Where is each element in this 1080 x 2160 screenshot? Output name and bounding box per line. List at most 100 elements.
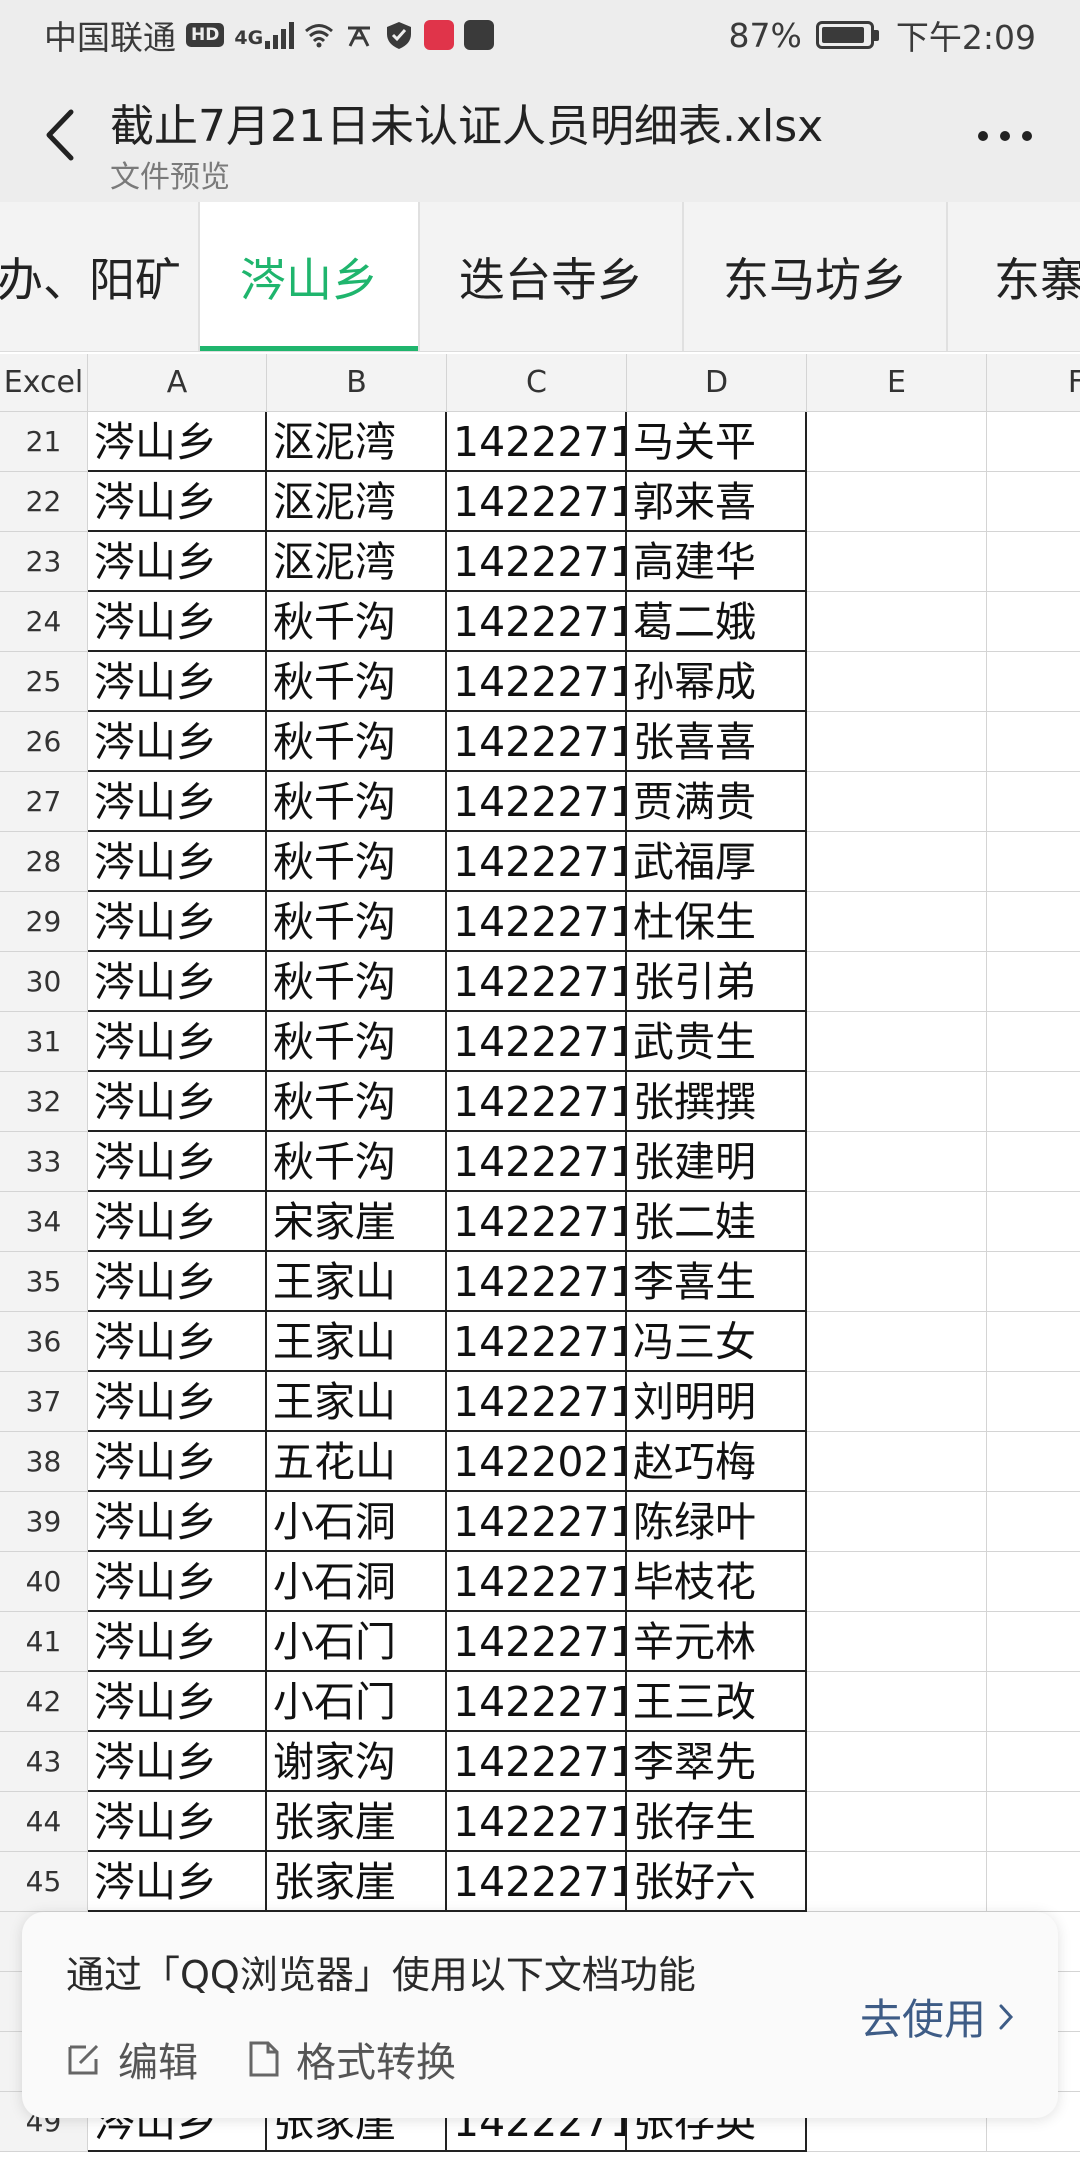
cell-a[interactable]: 涔山乡 — [88, 1132, 267, 1192]
cell-a[interactable]: 涔山乡 — [88, 1852, 267, 1912]
cell-b[interactable]: 小石门 — [267, 1612, 447, 1672]
cell-d[interactable]: 张建明 — [627, 1132, 807, 1192]
cell-f[interactable] — [987, 1672, 1080, 1732]
cell-d[interactable]: 辛元林 — [627, 1612, 807, 1672]
cell-b[interactable]: 秋千沟 — [267, 652, 447, 712]
cell-b[interactable]: 小石洞 — [267, 1492, 447, 1552]
cell-b[interactable]: 张家崖 — [267, 1792, 447, 1852]
cell-d[interactable]: 高建华 — [627, 532, 807, 592]
cell-b[interactable]: 沤泥湾 — [267, 472, 447, 532]
cell-a[interactable]: 涔山乡 — [88, 1552, 267, 1612]
column-header-e[interactable]: E — [807, 354, 987, 412]
cell-a[interactable]: 涔山乡 — [88, 832, 267, 892]
cell-a[interactable]: 涔山乡 — [88, 1372, 267, 1432]
cell-d[interactable]: 贾满贵 — [627, 772, 807, 832]
cell-c[interactable]: 14222719 — [447, 1012, 627, 1072]
cell-c[interactable]: 14222719 — [447, 1852, 627, 1912]
cell-d[interactable]: 李翠先 — [627, 1732, 807, 1792]
cell-f[interactable] — [987, 712, 1080, 772]
cell-f[interactable] — [987, 892, 1080, 952]
cell-e[interactable] — [807, 1852, 987, 1912]
cell-d[interactable]: 孙幂成 — [627, 652, 807, 712]
cell-e[interactable] — [807, 832, 987, 892]
cell-d[interactable]: 毕枝花 — [627, 1552, 807, 1612]
cell-b[interactable]: 沤泥湾 — [267, 412, 447, 472]
back-button[interactable] — [30, 100, 90, 170]
cell-f[interactable] — [987, 952, 1080, 1012]
cell-e[interactable] — [807, 1312, 987, 1372]
cell-c[interactable]: 14222719 — [447, 1372, 627, 1432]
cell-e[interactable] — [807, 412, 987, 472]
cell-b[interactable]: 秋千沟 — [267, 772, 447, 832]
cell-e[interactable] — [807, 472, 987, 532]
cell-b[interactable]: 王家山 — [267, 1312, 447, 1372]
cell-a[interactable]: 涔山乡 — [88, 472, 267, 532]
cell-c[interactable]: 14222719 — [447, 1492, 627, 1552]
cell-c[interactable]: 14222719 — [447, 1252, 627, 1312]
cell-a[interactable]: 涔山乡 — [88, 1732, 267, 1792]
cell-f[interactable] — [987, 652, 1080, 712]
cell-a[interactable]: 涔山乡 — [88, 1072, 267, 1132]
cell-b[interactable]: 宋家崖 — [267, 1192, 447, 1252]
more-options-button[interactable] — [970, 110, 1040, 160]
cell-b[interactable]: 秋千沟 — [267, 1132, 447, 1192]
cell-c[interactable]: 14222719 — [447, 1192, 627, 1252]
cell-d[interactable]: 李喜生 — [627, 1252, 807, 1312]
cell-f[interactable] — [987, 832, 1080, 892]
cell-c[interactable]: 14222719 — [447, 1312, 627, 1372]
cell-f[interactable] — [987, 1852, 1080, 1912]
cell-e[interactable] — [807, 1672, 987, 1732]
cell-e[interactable] — [807, 892, 987, 952]
cell-b[interactable]: 谢家沟 — [267, 1732, 447, 1792]
cell-b[interactable]: 王家山 — [267, 1372, 447, 1432]
cell-a[interactable]: 涔山乡 — [88, 1012, 267, 1072]
cell-e[interactable] — [807, 1132, 987, 1192]
column-header-c[interactable]: C — [447, 354, 627, 412]
column-header-b[interactable]: B — [267, 354, 447, 412]
cell-d[interactable]: 陈绿叶 — [627, 1492, 807, 1552]
cell-f[interactable] — [987, 1492, 1080, 1552]
cell-d[interactable]: 杜保生 — [627, 892, 807, 952]
cell-a[interactable]: 涔山乡 — [88, 592, 267, 652]
cell-f[interactable] — [987, 1732, 1080, 1792]
cell-b[interactable]: 秋千沟 — [267, 1012, 447, 1072]
cell-a[interactable]: 涔山乡 — [88, 1792, 267, 1852]
edit-feature[interactable]: 编辑 — [66, 2030, 198, 2088]
cell-d[interactable]: 武福厚 — [627, 832, 807, 892]
cell-a[interactable]: 涔山乡 — [88, 532, 267, 592]
cell-c[interactable]: 14220219 — [447, 1432, 627, 1492]
cell-c[interactable]: 14222719 — [447, 592, 627, 652]
cell-a[interactable]: 涔山乡 — [88, 1312, 267, 1372]
cell-f[interactable] — [987, 1132, 1080, 1192]
cell-d[interactable]: 张喜喜 — [627, 712, 807, 772]
cell-a[interactable]: 涔山乡 — [88, 1432, 267, 1492]
cell-a[interactable]: 涔山乡 — [88, 1252, 267, 1312]
format-convert-feature[interactable]: 格式转换 — [248, 2030, 456, 2088]
cell-e[interactable] — [807, 1012, 987, 1072]
cell-f[interactable] — [987, 412, 1080, 472]
column-header-d[interactable]: D — [627, 354, 807, 412]
cell-c[interactable]: 14222719 — [447, 712, 627, 772]
cell-c[interactable]: 14222719 — [447, 772, 627, 832]
cell-a[interactable]: 涔山乡 — [88, 652, 267, 712]
cell-f[interactable] — [987, 1372, 1080, 1432]
cell-e[interactable] — [807, 1612, 987, 1672]
cell-b[interactable]: 五花山 — [267, 1432, 447, 1492]
cell-f[interactable] — [987, 1192, 1080, 1252]
cell-c[interactable]: 14222719 — [447, 832, 627, 892]
cell-e[interactable] — [807, 1432, 987, 1492]
sheet-tab-5[interactable]: 东寨 — [948, 202, 1080, 351]
cell-c[interactable]: 14222719 — [447, 1732, 627, 1792]
cell-a[interactable]: 涔山乡 — [88, 1492, 267, 1552]
cell-f[interactable] — [987, 1552, 1080, 1612]
cell-f[interactable] — [987, 1792, 1080, 1852]
cell-a[interactable]: 涔山乡 — [88, 1612, 267, 1672]
cell-f[interactable] — [987, 472, 1080, 532]
cell-f[interactable] — [987, 772, 1080, 832]
cell-b[interactable]: 沤泥湾 — [267, 532, 447, 592]
cell-f[interactable] — [987, 1432, 1080, 1492]
cell-c[interactable]: 14222719 — [447, 472, 627, 532]
cell-c[interactable]: 14222719 — [447, 532, 627, 592]
cell-c[interactable]: 14222719 — [447, 1612, 627, 1672]
sheet-tab-1[interactable]: 办、阳矿 — [0, 202, 200, 351]
